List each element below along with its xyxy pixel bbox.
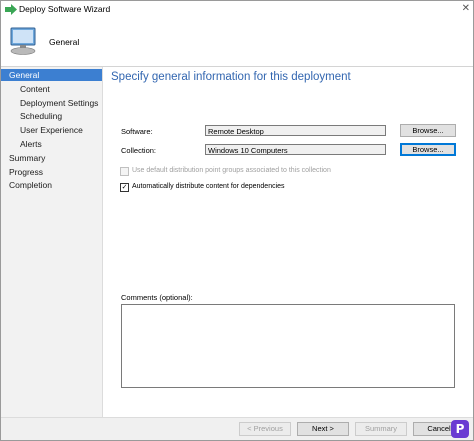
nav-item-progress[interactable]: Progress (1, 166, 102, 178)
nav-item-content[interactable]: Content (1, 83, 102, 95)
collection-field[interactable]: Windows 10 Computers (205, 144, 386, 155)
title-bar: Deploy Software Wizard ✕ (1, 1, 473, 18)
software-field[interactable]: Remote Desktop (205, 125, 386, 136)
nav-item-deployment-settings[interactable]: Deployment Settings (1, 97, 102, 109)
nav-item-completion[interactable]: Completion (1, 179, 102, 191)
next-button[interactable]: Next > (297, 422, 349, 436)
nav-item-summary[interactable]: Summary (1, 152, 102, 164)
close-icon[interactable]: ✕ (462, 3, 470, 15)
collection-label: Collection: (121, 146, 157, 155)
wizard-window: Deploy Software Wizard ✕ General General… (0, 0, 474, 441)
use-default-groups-label: Use default distribution point groups as… (132, 167, 331, 174)
software-label: Software: (121, 127, 153, 136)
wizard-footer: < Previous Next > Summary Cancel P (1, 417, 473, 440)
window-title: Deploy Software Wizard (19, 4, 111, 14)
auto-distribute-checkbox[interactable]: ✓ (120, 183, 129, 192)
wizard-header: General (1, 18, 473, 67)
wizard-arrow-icon (5, 4, 17, 15)
brand-logo-icon: P (451, 420, 469, 438)
nav-item-scheduling[interactable]: Scheduling (1, 110, 102, 122)
page-heading: Specify general information for this dep… (111, 71, 351, 83)
collection-browse-button[interactable]: Browse... (400, 143, 456, 156)
software-browse-button[interactable]: Browse... (400, 124, 456, 137)
nav-item-user-experience[interactable]: User Experience (1, 124, 102, 136)
use-default-groups-checkbox[interactable] (120, 167, 129, 176)
auto-distribute-label: Automatically distribute content for dep… (132, 183, 285, 190)
wizard-nav: General Content Deployment Settings Sche… (1, 67, 103, 440)
wizard-content: Specify general information for this dep… (103, 67, 473, 417)
comments-textarea[interactable] (121, 304, 455, 388)
previous-button[interactable]: < Previous (239, 422, 291, 436)
page-title: General (49, 37, 80, 47)
computer-icon (10, 27, 36, 55)
nav-item-alerts[interactable]: Alerts (1, 138, 102, 150)
summary-button[interactable]: Summary (355, 422, 407, 436)
comments-label: Comments (optional): (121, 293, 193, 302)
nav-item-general[interactable]: General (1, 69, 102, 81)
